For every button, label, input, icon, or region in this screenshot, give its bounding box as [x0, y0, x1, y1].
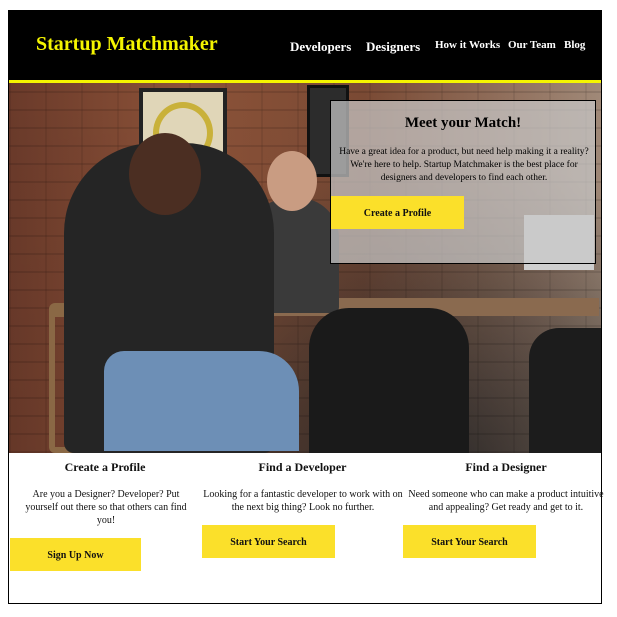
site-header: Startup Matchmaker Developers Designers …	[9, 11, 601, 83]
person-head	[129, 133, 201, 215]
feature-text: Are you a Designer? Developer? Put yours…	[25, 489, 187, 526]
feature-text: Need someone who can make a product intu…	[408, 489, 604, 513]
sign-up-button[interactable]: Sign Up Now	[10, 538, 141, 571]
create-profile-button[interactable]: Create a Profile	[331, 196, 464, 229]
hero-title: Meet your Match!	[404, 115, 522, 131]
person-jeans	[104, 351, 299, 451]
hero-image: Meet your Match! Have a great idea for a…	[9, 83, 601, 453]
chair	[529, 328, 601, 453]
feature-text: Looking for a fantastic developer to wor…	[203, 489, 403, 513]
nav-developers[interactable]: Developers	[290, 39, 351, 55]
feature-title: Create a Profile	[64, 460, 146, 474]
hero-card: Meet your Match! Have a great idea for a…	[330, 100, 596, 264]
nav-how-it-works[interactable]: How it Works	[435, 39, 500, 51]
person-head	[267, 151, 317, 211]
nav-blog[interactable]: Blog	[564, 39, 585, 51]
search-developer-button[interactable]: Start Your Search	[202, 525, 335, 558]
feature-find-designer: Find a Designer Need someone who can mak…	[403, 460, 609, 513]
feature-title: Find a Developer	[258, 460, 347, 474]
main-nav: Developers Designers How it Works Our Te…	[9, 37, 601, 57]
feature-create-profile: Create a Profile Are you a Designer? Dev…	[10, 460, 200, 526]
feature-find-developer: Find a Developer Looking for a fantastic…	[200, 460, 405, 513]
feature-title: Find a Designer	[465, 460, 547, 474]
search-designer-button[interactable]: Start Your Search	[403, 525, 536, 558]
chair	[309, 308, 469, 453]
hero-text: Have a great idea for a product, but nee…	[339, 147, 589, 183]
nav-our-team[interactable]: Our Team	[508, 39, 556, 51]
nav-designers[interactable]: Designers	[366, 39, 420, 55]
